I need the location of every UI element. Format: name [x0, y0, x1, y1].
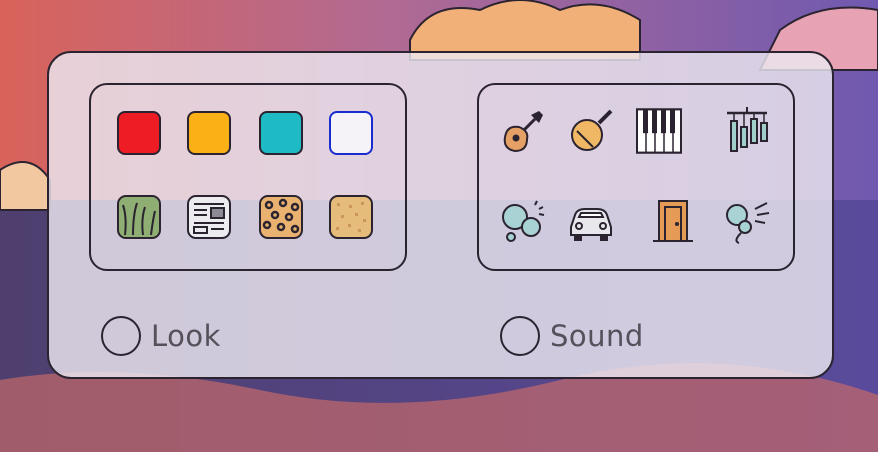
- texture-newspaper[interactable]: [185, 193, 233, 241]
- sound-radio-button[interactable]: [500, 316, 540, 356]
- texture-sand[interactable]: [327, 193, 375, 241]
- sound-wind-chimes[interactable]: [723, 107, 771, 155]
- sound-car[interactable]: [567, 197, 615, 245]
- look-option[interactable]: Look: [101, 314, 221, 358]
- look-options-group: [89, 83, 407, 271]
- texture-leopard[interactable]: [257, 193, 305, 241]
- orange-swatch-icon: [187, 111, 231, 155]
- wind-chimes-icon: [727, 107, 768, 152]
- look-label: Look: [151, 319, 221, 353]
- sound-option[interactable]: Sound: [500, 314, 644, 358]
- grass-texture-icon: [117, 195, 161, 239]
- whoosh-icon: [726, 202, 770, 244]
- red-swatch-icon: [117, 111, 161, 155]
- sound-piano[interactable]: [635, 107, 683, 155]
- newspaper-texture-icon: [187, 195, 231, 239]
- teal-swatch-icon: [259, 111, 303, 155]
- swatch-red[interactable]: [115, 109, 163, 157]
- swatch-clear[interactable]: [327, 109, 375, 157]
- texture-grass[interactable]: [115, 193, 163, 241]
- sound-bubbles[interactable]: [499, 197, 547, 245]
- sound-whoosh[interactable]: [723, 197, 771, 245]
- car-icon: [570, 208, 612, 241]
- leopard-texture-icon: [259, 195, 303, 239]
- clear-swatch-icon: [329, 111, 373, 155]
- door-icon: [653, 200, 693, 242]
- guitar-icon: [503, 111, 543, 153]
- sound-label: Sound: [550, 319, 644, 353]
- sound-options-group: [477, 83, 795, 271]
- bubbles-icon: [502, 200, 545, 242]
- maraca-icon: [571, 109, 613, 151]
- swatch-teal[interactable]: [257, 109, 305, 157]
- options-panel: Look Sound: [47, 51, 834, 379]
- piano-keys-icon: [636, 108, 682, 154]
- sound-maraca[interactable]: [567, 107, 615, 155]
- sound-door[interactable]: [649, 197, 697, 245]
- sound-guitar[interactable]: [499, 107, 547, 155]
- sand-texture-icon: [329, 195, 373, 239]
- look-radio-button[interactable]: [101, 316, 141, 356]
- swatch-orange[interactable]: [185, 109, 233, 157]
